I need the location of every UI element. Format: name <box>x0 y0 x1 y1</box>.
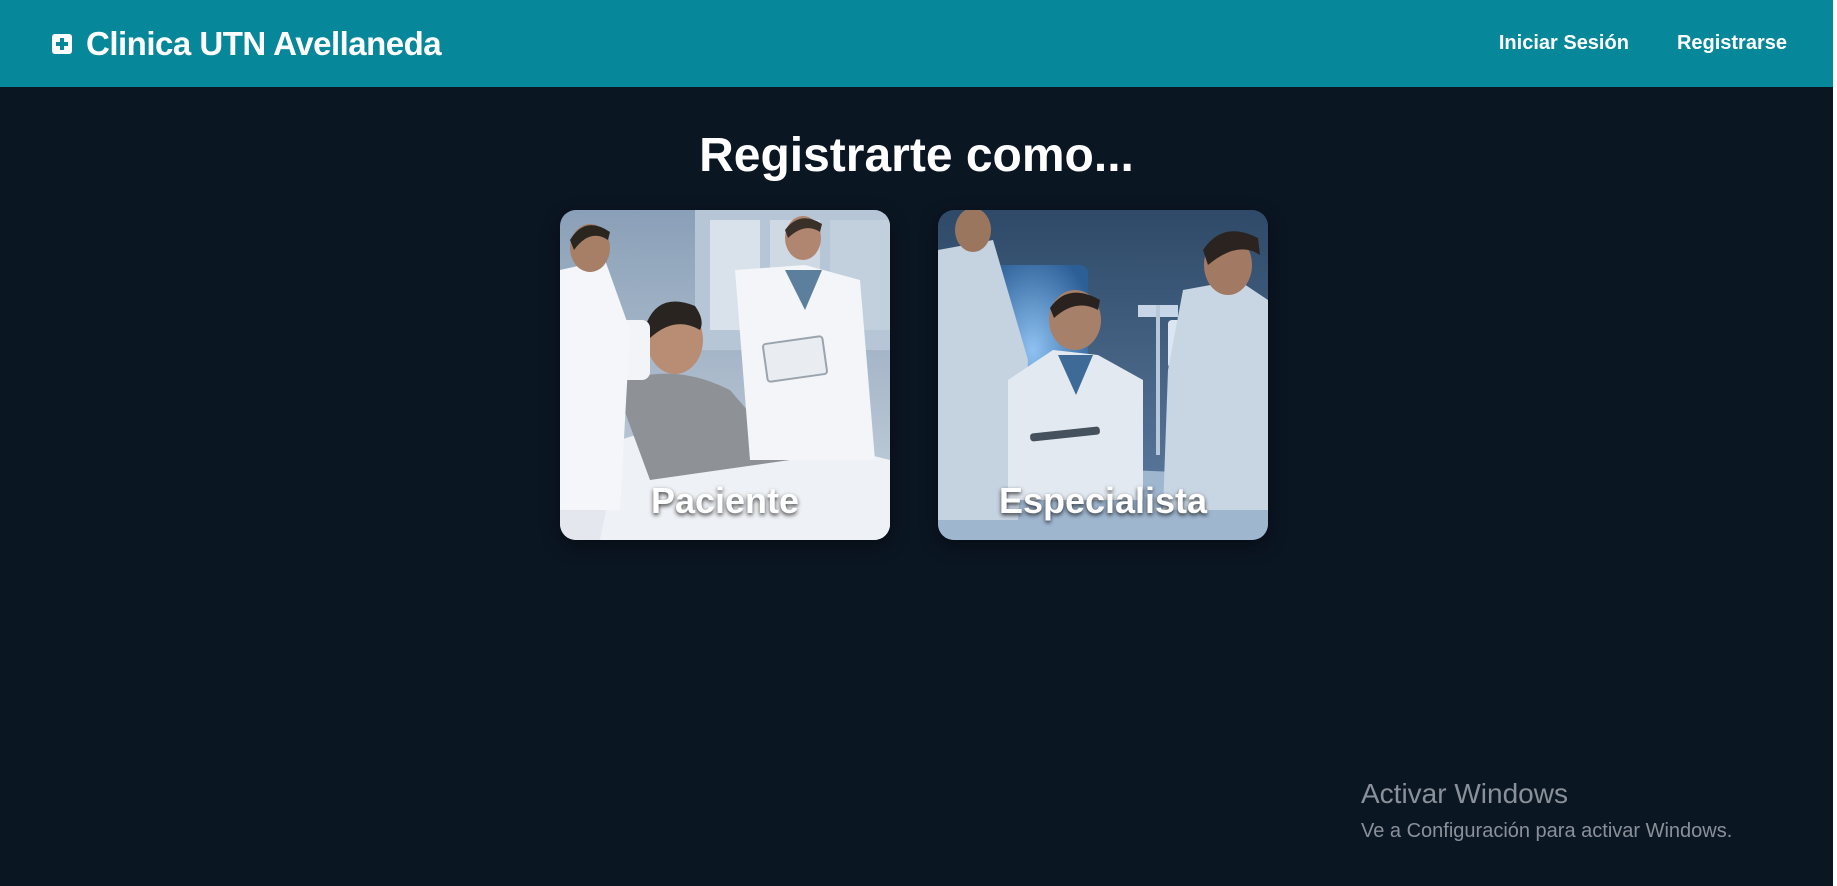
login-link[interactable]: Iniciar Sesión <box>1499 32 1629 55</box>
specialist-card-label: Especialista <box>998 480 1208 521</box>
nav-links: Iniciar Sesión Registrarse <box>1499 32 1787 55</box>
windows-activation-watermark: Activar Windows Ve a Configuración para … <box>1361 778 1732 843</box>
patient-card-label: Paciente <box>650 480 800 521</box>
medical-cross-icon <box>52 33 72 54</box>
watermark-subtitle: Ve a Configuración para activar Windows. <box>1361 820 1733 842</box>
brand[interactable]: Clinica UTN Avellaneda <box>52 24 442 63</box>
page-heading: Registrarte como... <box>699 129 1134 182</box>
patient-card[interactable]: Paciente <box>560 210 890 540</box>
specialist-card[interactable]: Especialista <box>938 210 1268 540</box>
watermark-title: Activar Windows <box>1361 778 1568 809</box>
register-link[interactable]: Registrarse <box>1677 32 1787 55</box>
top-navbar: Clinica UTN Avellaneda Iniciar Sesión Re… <box>0 0 1833 87</box>
brand-title: Clinica UTN Avellaneda <box>86 24 442 62</box>
scrollbar-track[interactable] <box>1833 0 1837 886</box>
